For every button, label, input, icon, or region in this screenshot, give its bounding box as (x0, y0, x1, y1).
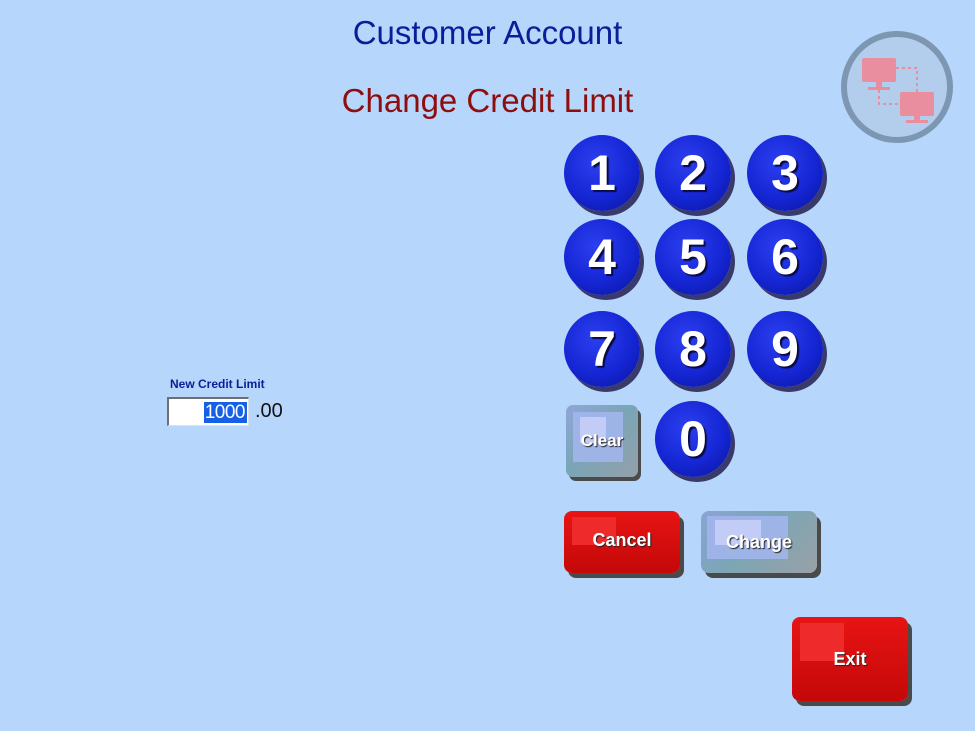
exit-button[interactable]: Exit (792, 617, 908, 701)
credit-limit-label: New Credit Limit (170, 377, 265, 391)
credit-limit-cents: .00 (255, 400, 283, 422)
key-3-button[interactable]: 3 (747, 135, 823, 211)
key-2-button[interactable]: 2 (655, 135, 731, 211)
credit-limit-value: 1000 (203, 402, 247, 423)
page-subtitle: Change Credit Limit (341, 82, 634, 119)
key-0-button[interactable]: 0 (655, 401, 731, 477)
change-button-label: Change (725, 532, 792, 552)
clear-button-label: Clear (580, 431, 624, 450)
network-computers-icon (841, 31, 953, 143)
cancel-button[interactable]: Cancel (564, 511, 680, 573)
credit-limit-input[interactable]: 1000 (167, 397, 249, 426)
key-1-button[interactable]: 1 (564, 135, 640, 211)
key-4-button[interactable]: 4 (564, 219, 640, 295)
key-6-button[interactable]: 6 (747, 219, 823, 295)
key-7-button[interactable]: 7 (564, 311, 640, 387)
key-9-button[interactable]: 9 (747, 311, 823, 387)
key-5-button[interactable]: 5 (655, 219, 731, 295)
page-title: Customer Account (352, 14, 623, 51)
exit-button-label: Exit (833, 649, 867, 669)
change-button[interactable]: Change (701, 511, 817, 573)
cancel-button-label: Cancel (592, 530, 652, 550)
clear-button[interactable]: Clear (566, 405, 638, 477)
key-8-button[interactable]: 8 (655, 311, 731, 387)
